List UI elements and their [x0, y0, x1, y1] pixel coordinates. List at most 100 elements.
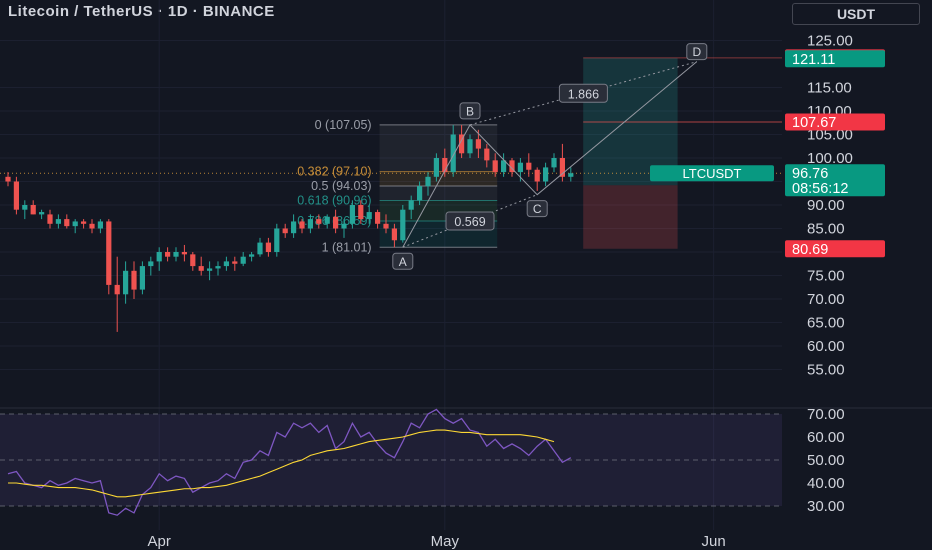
pattern-point-label: C [533, 202, 542, 216]
time-tick-label: Jun [702, 533, 726, 550]
pattern-ratio-label: 1.866 [568, 87, 599, 101]
pattern-ratio-label: 0.569 [454, 215, 485, 229]
candle-body [257, 242, 263, 255]
candle-body [408, 200, 414, 210]
candle-body [299, 221, 305, 229]
rsi-tick-label: 50.00 [807, 452, 845, 469]
candle-body [30, 205, 36, 215]
candle-body [64, 219, 70, 227]
candle-body [366, 212, 372, 220]
candle-body [484, 148, 490, 161]
price-tick-label: 55.00 [807, 362, 845, 379]
candle-body [5, 176, 11, 182]
candle-body [543, 167, 549, 182]
rsi-tick-label: 70.00 [807, 406, 845, 423]
price-tick-label: 65.00 [807, 315, 845, 332]
price-label-text: 80.69 [792, 242, 828, 258]
loss-zone [583, 185, 678, 249]
time-axis: Apr May Jun [148, 533, 726, 550]
candle-body [198, 266, 204, 271]
candle-body [333, 216, 339, 229]
price-tick-label: 70.00 [807, 291, 845, 308]
candle-body [475, 139, 481, 149]
pattern-point-label: A [399, 255, 407, 269]
candle-body [89, 223, 95, 229]
symbol-tag-text: LTCUSDT [683, 166, 742, 181]
rsi-tick-label: 60.00 [807, 429, 845, 446]
candle-body [324, 216, 330, 224]
candle-body [391, 228, 397, 241]
candle-body [282, 228, 288, 234]
fib-level-label: 0 (107.05) [315, 118, 372, 132]
candle-body [156, 252, 162, 262]
candle-body [425, 176, 431, 187]
candle-body [123, 270, 129, 295]
candle-body [97, 221, 103, 229]
fib-level-label: 0.5 (94.03) [311, 179, 371, 193]
candle-body [307, 219, 313, 229]
candle-body [383, 223, 389, 229]
fib-level-label: 0.382 (97.10) [297, 165, 371, 179]
price-tick-label: 125.00 [807, 33, 853, 50]
candle-body [400, 209, 406, 241]
price-tick-label: 75.00 [807, 268, 845, 285]
candle-body [568, 173, 574, 177]
fib-level-label: 1 (81.01) [322, 240, 372, 254]
price-tick-label: 90.00 [807, 197, 845, 214]
price-tick-label: 60.00 [807, 338, 845, 355]
candle-body [375, 212, 381, 224]
candle-body [232, 261, 238, 264]
candle-body [215, 266, 221, 269]
candle-body [316, 219, 322, 224]
rsi-tick-label: 30.00 [807, 498, 845, 515]
candle-body [72, 221, 78, 227]
candle-body [341, 223, 347, 229]
candle-body [492, 160, 498, 173]
candle-body [139, 266, 145, 290]
candle-body [106, 221, 112, 285]
candle-body [190, 254, 196, 267]
last-price-text: 96.76 [792, 166, 828, 182]
candle-body [173, 252, 179, 257]
candle-body [291, 221, 297, 234]
time-tick-label: Apr [148, 533, 171, 550]
candle-body [417, 186, 423, 201]
pattern-point-label: D [692, 45, 701, 59]
rsi-pane [0, 408, 782, 516]
time-tick-label: May [431, 533, 460, 550]
candle-body [349, 205, 355, 224]
candle-body [534, 169, 540, 182]
chart-area[interactable]: 0 (107.05)0.382 (97.10)0.5 (94.03)0.618 … [0, 0, 932, 550]
candle-body [39, 212, 45, 215]
candle-body [274, 228, 280, 252]
candle-body [240, 256, 246, 264]
candle-body [467, 139, 473, 154]
candle-body [47, 214, 53, 224]
candle-body [249, 254, 255, 257]
price-tick-label: 85.00 [807, 221, 845, 238]
candle-body [223, 261, 229, 267]
pattern-point-label: B [466, 104, 474, 118]
candle-body [517, 162, 523, 173]
candle-body [433, 158, 439, 177]
candle-body [450, 134, 456, 173]
candle-body [114, 284, 120, 295]
candle-body [81, 221, 87, 224]
candle-body [148, 261, 154, 267]
candle-body [526, 162, 532, 170]
candle-body [551, 158, 557, 168]
price-label-text: 121.11 [792, 52, 835, 68]
position-zones [583, 57, 782, 249]
price-tick-label: 115.00 [807, 80, 852, 97]
candle-body [265, 242, 271, 252]
candle-body [13, 181, 19, 210]
price-label-text: 107.67 [792, 115, 836, 131]
candle-body [131, 270, 137, 290]
countdown-text: 08:56:12 [792, 181, 848, 197]
candle-body [358, 205, 364, 220]
candle-body [55, 219, 61, 224]
candle-body [22, 205, 28, 210]
candle-body [181, 252, 187, 255]
rsi-tick-label: 40.00 [807, 475, 845, 492]
candle-body [207, 268, 213, 271]
